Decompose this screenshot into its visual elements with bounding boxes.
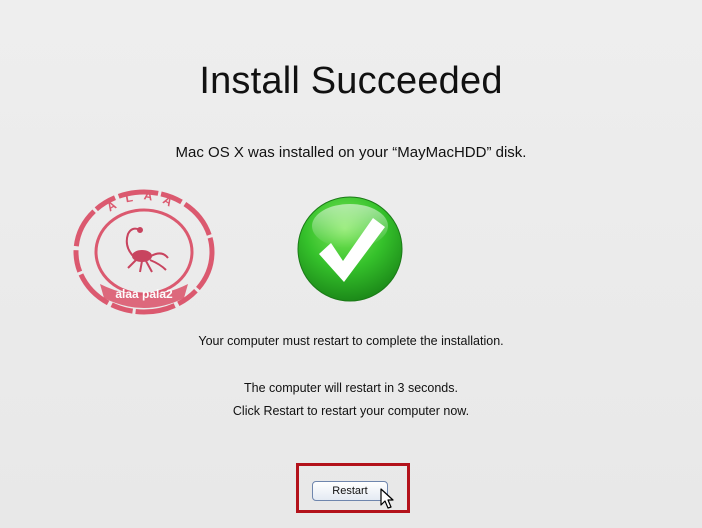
countdown-text: The computer will restart in 3 seconds.: [244, 381, 458, 395]
checkmark-icon: [297, 196, 403, 302]
restart-notice: Your computer must restart to complete t…: [198, 334, 504, 348]
restart-button[interactable]: Restart: [312, 481, 388, 501]
restart-hint: Click Restart to restart your computer n…: [232, 404, 470, 418]
watermark-stamp: ALAA alaa pala2: [73, 188, 215, 315]
mouse-pointer-icon: [380, 488, 394, 509]
install-subtitle: Mac OS X was installed on your “MayMacHD…: [175, 144, 527, 161]
page-title: Install Succeeded: [199, 60, 503, 102]
installer-window: Install Succeeded Mac OS X was installed…: [0, 0, 702, 528]
stamp-bottom-text: alaa pala2: [115, 287, 173, 301]
